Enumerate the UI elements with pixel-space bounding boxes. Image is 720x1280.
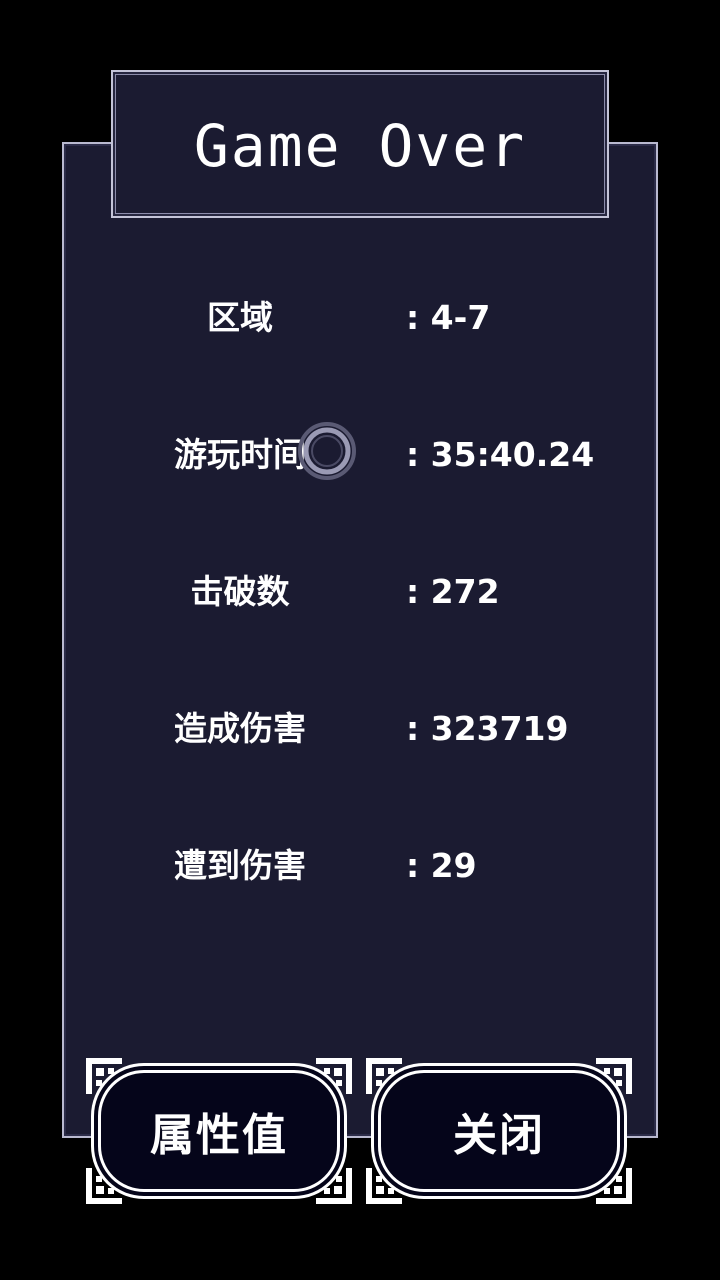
stat-row-zone: 区域 : 4-7	[62, 288, 658, 348]
stat-row-kills: 击破数 : 272	[62, 562, 658, 622]
close-button-body[interactable]: 关闭	[378, 1070, 620, 1192]
stat-label-zone: 区域	[207, 298, 273, 337]
stat-row-damage-dealt: 造成伤害 : 323719	[62, 699, 658, 759]
attributes-button-label: 属性值	[150, 1110, 288, 1161]
attributes-button[interactable]: 属性值	[84, 1056, 354, 1206]
stat-value-damage-dealt: : 323719	[406, 709, 569, 748]
stat-value-damage-taken: : 29	[406, 846, 477, 885]
stat-label-damage-taken: 遭到伤害	[174, 846, 306, 885]
stat-value-kills: : 272	[406, 572, 500, 611]
game-over-screen: Game Over 区域 : 4-7 游玩时间 : 35:40.24 击破数 :…	[0, 0, 720, 1280]
stat-row-playtime: 游玩时间 : 35:40.24	[62, 425, 658, 485]
stat-label-kills: 击破数	[190, 572, 290, 611]
stat-label-damage-dealt: 造成伤害	[174, 709, 306, 748]
stat-value-playtime: : 35:40.24	[406, 435, 595, 474]
close-button[interactable]: 关闭	[364, 1056, 634, 1206]
stat-row-damage-taken: 遭到伤害 : 29	[62, 836, 658, 896]
close-button-label: 关闭	[453, 1110, 545, 1161]
loading-ring-icon	[298, 422, 356, 480]
page-title: Game Over	[193, 112, 527, 180]
title-banner: Game Over	[111, 70, 609, 218]
stat-value-zone: : 4-7	[406, 298, 491, 337]
attributes-button-body[interactable]: 属性值	[98, 1070, 340, 1192]
